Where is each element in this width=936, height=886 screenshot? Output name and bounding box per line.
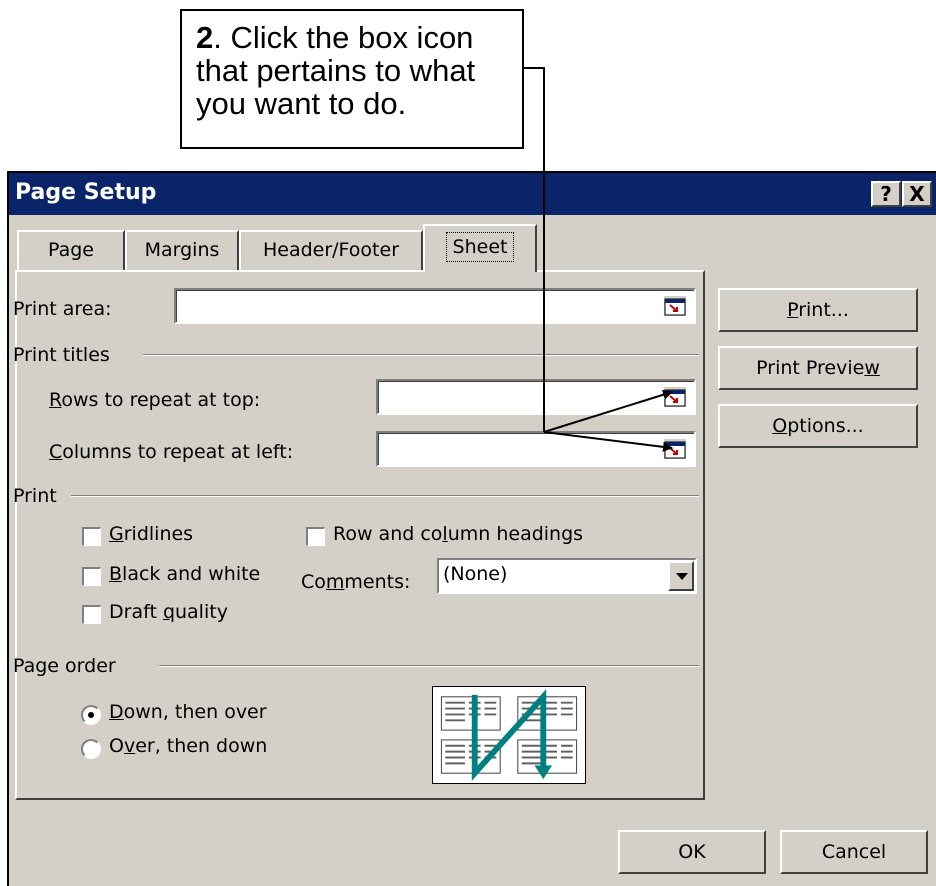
tab-sheet[interactable]: Sheet	[423, 224, 537, 272]
tab-margins[interactable]: Margins	[125, 230, 239, 270]
page-order-group-label: Page order	[13, 655, 116, 677]
over-then-down-radio[interactable]	[81, 739, 101, 759]
print-titles-group-label: Print titles	[13, 344, 110, 366]
tab-header-footer[interactable]: Header/Footer	[239, 230, 423, 270]
options-button[interactable]: Options...	[718, 404, 918, 448]
print-group-divider	[71, 495, 699, 497]
comments-value: (None)	[443, 563, 508, 585]
radio-selected-dot	[88, 712, 94, 718]
page-order-divider	[159, 665, 699, 667]
instruction-callout: 2. Click the box icon that pertains to w…	[180, 9, 524, 149]
dropdown-arrow-icon[interactable]	[668, 561, 694, 591]
print-area-label: Print area:	[13, 298, 112, 320]
row-column-headings-label[interactable]: Row and column headings	[333, 523, 583, 545]
columns-to-repeat-input[interactable]	[376, 431, 696, 467]
page-order-preview-icon	[432, 686, 586, 784]
rows-to-repeat-input[interactable]	[376, 379, 696, 415]
row-column-headings-checkbox[interactable]	[306, 527, 325, 546]
close-button[interactable]: X	[902, 181, 932, 207]
tab-sheet-label: Sheet	[445, 232, 515, 262]
comments-select[interactable]: (None)	[437, 558, 697, 594]
tab-page[interactable]: Page	[17, 230, 125, 270]
callout-step-number: 2	[196, 20, 214, 55]
rows-to-repeat-label: Rows to repeat at top:	[49, 389, 261, 411]
cancel-button[interactable]: Cancel	[780, 830, 928, 874]
print-area-input[interactable]	[174, 288, 696, 324]
tab-page-label: Page	[48, 239, 94, 261]
draft-quality-label[interactable]: Draft quality	[109, 601, 228, 623]
print-button[interactable]: Print...	[718, 288, 918, 332]
gridlines-checkbox[interactable]	[82, 527, 101, 546]
tab-header-footer-label: Header/Footer	[262, 239, 400, 261]
tab-margins-label: Margins	[144, 239, 220, 261]
draft-quality-checkbox[interactable]	[82, 605, 101, 624]
down-then-over-label[interactable]: Down, then over	[109, 701, 267, 723]
callout-text: . Click the box icon that pertains to wh…	[196, 20, 476, 121]
black-and-white-label[interactable]: Black and white	[109, 563, 260, 585]
help-button[interactable]: ?	[871, 181, 901, 207]
ok-button[interactable]: OK	[618, 830, 766, 874]
dialog-title: Page Setup	[15, 180, 157, 205]
columns-to-repeat-label: Columns to repeat at left:	[49, 441, 294, 463]
print-area-collapse-icon[interactable]	[664, 296, 686, 316]
print-group-label: Print	[13, 485, 57, 507]
gridlines-label[interactable]: Gridlines	[109, 523, 193, 545]
comments-label: Comments:	[301, 571, 411, 593]
columns-collapse-icon[interactable]	[664, 439, 686, 459]
rows-collapse-icon[interactable]	[664, 387, 686, 407]
page-setup-dialog: Page Setup ? X Page Margins Header/Foote…	[7, 171, 936, 886]
black-and-white-checkbox[interactable]	[82, 567, 101, 586]
over-then-down-label[interactable]: Over, then down	[109, 735, 267, 757]
print-preview-button[interactable]: Print Preview	[718, 346, 918, 390]
down-then-over-radio[interactable]	[81, 705, 101, 725]
title-bar: Page Setup ? X	[9, 173, 936, 215]
print-titles-divider	[143, 354, 699, 356]
